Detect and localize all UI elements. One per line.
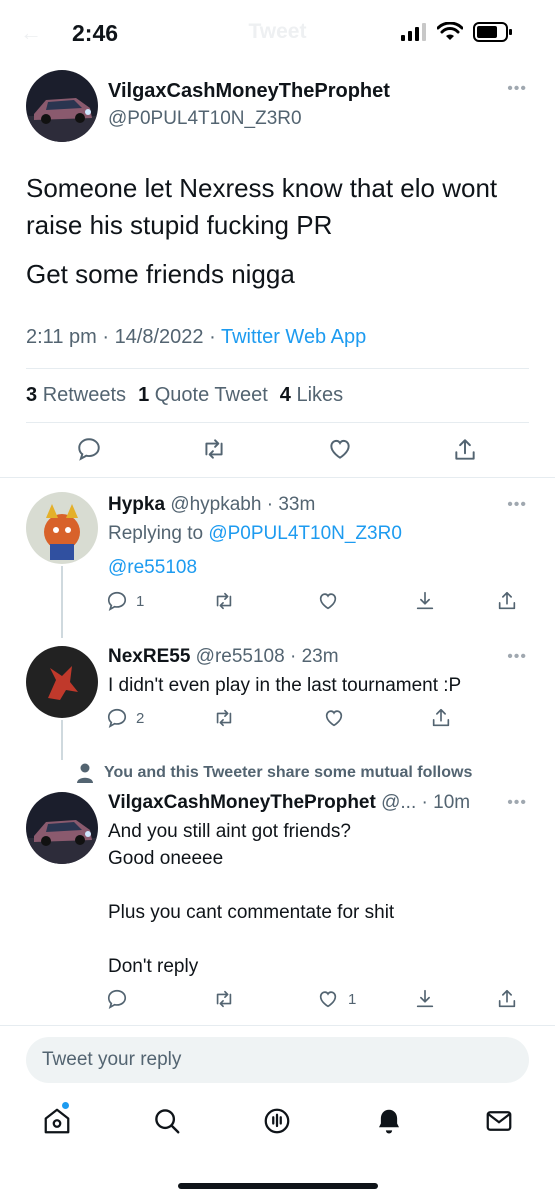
display-name[interactable]: VilgaxCashMoneyTheProphet (108, 792, 376, 813)
retweet-icon[interactable] (212, 590, 236, 612)
quotes-stat[interactable]: 1 Quote Tweet (138, 384, 268, 407)
more-options-icon[interactable]: ••• (507, 80, 527, 98)
divider (0, 477, 555, 478)
status-icons (401, 22, 513, 42)
retweet-icon[interactable] (212, 988, 236, 1010)
display-name[interactable]: VilgaxCashMoneyTheProphet (108, 80, 390, 103)
bottom-tab-bar (0, 1100, 555, 1150)
display-name[interactable]: Hypka (108, 494, 165, 515)
reply-icon[interactable] (76, 436, 102, 462)
more-options-icon[interactable]: ••• (507, 794, 527, 812)
handle[interactable]: @P0PUL4T10N_Z3R0 (108, 108, 302, 130)
replying-to-link[interactable]: @P0PUL4T10N_Z3R0 (208, 523, 402, 544)
reply-icon[interactable] (106, 988, 128, 1010)
more-options-icon[interactable]: ••• (507, 648, 527, 666)
notifications-icon[interactable] (374, 1106, 404, 1141)
tweet-date: 14/8/2022 (114, 326, 204, 348)
download-icon[interactable] (414, 988, 436, 1010)
avatar[interactable] (26, 792, 98, 864)
reply-count: 2 (136, 709, 145, 727)
divider (0, 1025, 555, 1026)
like-count: 1 (348, 990, 357, 1008)
avatar[interactable] (26, 492, 98, 564)
like-icon[interactable] (322, 707, 346, 729)
retweets-stat[interactable]: 3 Retweets (26, 384, 126, 407)
tweet-time: 2:11 pm (26, 326, 97, 348)
tweet-age: 23m (301, 646, 339, 667)
reply-icon[interactable]: 1 (106, 590, 144, 612)
reply-text-line: Plus you cant commentate for shit (108, 902, 395, 923)
like-icon[interactable] (316, 590, 340, 612)
meta-separator: · (102, 326, 115, 348)
spaces-icon[interactable] (262, 1106, 292, 1141)
reply-actions: 1 (0, 590, 555, 614)
share-icon[interactable] (452, 436, 478, 464)
replying-to: Replying to @P0PUL4T10N_Z3R0 (108, 523, 402, 544)
reply-text[interactable]: @re55108 (108, 554, 528, 581)
avatar[interactable] (26, 70, 98, 142)
retweet-icon[interactable] (212, 707, 236, 729)
main-tweet-header: VilgaxCashMoneyTheProphet @P0PUL4T10N_Z3… (0, 66, 555, 146)
tweet-age: 33m (278, 494, 316, 515)
person-icon (77, 763, 93, 783)
download-icon[interactable] (414, 590, 436, 612)
share-icon[interactable] (496, 590, 518, 612)
like-icon[interactable] (326, 436, 354, 462)
divider (26, 368, 529, 369)
more-options-icon[interactable]: ••• (507, 496, 527, 514)
reply-text: And you still aint got friends? Good one… (108, 818, 528, 980)
display-name[interactable]: NexRE55 (108, 646, 190, 667)
mutual-follows-notice: You and this Tweeter share some mutual f… (76, 763, 472, 783)
status-bar: ← Tweet 2:46 (0, 0, 555, 66)
separator: · (416, 792, 434, 813)
share-icon[interactable] (496, 988, 518, 1010)
reply-text-line: Don't reply (108, 956, 199, 977)
home-icon[interactable] (42, 1102, 72, 1141)
signal-icon (401, 23, 426, 41)
reply-text-line: And you still aint got friends? (108, 821, 351, 842)
home-indicator (178, 1183, 378, 1189)
separator: · (284, 646, 302, 667)
handle[interactable]: @hypkabh (170, 494, 261, 515)
reply-header: NexRE55 @re55108 · 23m (108, 646, 339, 668)
reply-compose-input[interactable]: Tweet your reply (26, 1037, 529, 1083)
reply-actions: 1 (0, 988, 555, 1012)
notification-dot (62, 1102, 69, 1109)
reply-text-line: Good oneeee (108, 848, 224, 869)
tweet-age: 10m (433, 792, 471, 813)
reply-text-blank (108, 872, 528, 899)
tweet-meta: 2:11 pm · 14/8/2022 · Twitter Web App (26, 326, 366, 349)
tweet-source-link[interactable]: Twitter Web App (221, 326, 366, 348)
separator: · (261, 494, 279, 515)
reply-icon[interactable]: 2 (106, 707, 144, 729)
reply-count: 1 (136, 592, 145, 610)
tweet-stats: 3 Retweets 1 Quote Tweet 4 Likes (26, 384, 343, 407)
wifi-icon (437, 22, 463, 40)
reply-actions: 2 (0, 707, 555, 731)
handle[interactable]: @re55108 (196, 646, 285, 667)
share-icon[interactable] (430, 707, 452, 729)
handle[interactable]: @... (381, 792, 416, 813)
like-icon[interactable]: 1 (316, 988, 356, 1010)
likes-stat[interactable]: 4 Likes (280, 384, 343, 407)
status-time: 2:46 (72, 20, 119, 46)
retweet-icon[interactable] (200, 436, 228, 462)
messages-icon[interactable] (484, 1106, 514, 1141)
search-icon[interactable] (152, 1106, 182, 1141)
tweet-text-line1: Someone let Nexress know that elo wont r… (26, 173, 498, 240)
reply-text: I didn't even play in the last tournamen… (108, 675, 462, 696)
divider (26, 422, 529, 423)
reply-text-blank (108, 926, 528, 953)
tweet-text-line2: Get some friends nigga (26, 259, 295, 289)
reply-header: Hypka @hypkabh · 33m (108, 494, 315, 516)
reply-header: VilgaxCashMoneyTheProphet @... · 10m (108, 792, 470, 814)
meta-separator: · (209, 326, 221, 348)
main-tweet-actions (0, 434, 555, 470)
battery-icon (473, 22, 512, 42)
